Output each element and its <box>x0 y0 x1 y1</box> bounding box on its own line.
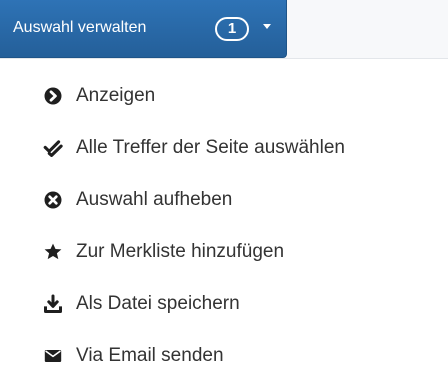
x-circle-icon <box>43 190 63 210</box>
manage-selection-button[interactable]: Auswahl verwalten 1 <box>0 0 287 58</box>
menu-item-select-all[interactable]: Alle Treffer der Seite auswählen <box>43 134 345 162</box>
double-check-icon <box>43 138 63 158</box>
arrow-circle-right-icon <box>43 86 63 106</box>
app-root: Auswahl verwalten 1 Anzeigen Alle Treffe… <box>0 0 448 370</box>
menu-item-send-email[interactable]: Via Email senden <box>43 342 224 370</box>
selection-count-badge: 1 <box>215 17 249 41</box>
menu-item-label: Zur Merkliste hinzufügen <box>76 241 285 262</box>
download-icon <box>43 294 63 314</box>
menu-item-save-file[interactable]: Als Datei speichern <box>43 290 240 318</box>
menu-item-add-to-list[interactable]: Zur Merkliste hinzufügen <box>43 238 284 266</box>
selection-button-label: Auswahl verwalten <box>13 19 147 36</box>
menu-item-show[interactable]: Anzeigen <box>43 82 155 110</box>
toolbar: Auswahl verwalten 1 <box>0 0 448 59</box>
menu-item-label: Anzeigen <box>76 85 156 106</box>
star-icon <box>43 242 63 262</box>
menu-item-label: Via Email senden <box>76 345 224 366</box>
chevron-down-icon <box>263 24 271 29</box>
menu-item-label: Alle Treffer der Seite auswählen <box>76 137 345 158</box>
envelope-icon <box>43 346 63 366</box>
menu-item-label: Auswahl aufheben <box>76 189 233 210</box>
menu-item-label: Als Datei speichern <box>76 293 240 314</box>
menu-item-clear-selection[interactable]: Auswahl aufheben <box>43 186 232 214</box>
